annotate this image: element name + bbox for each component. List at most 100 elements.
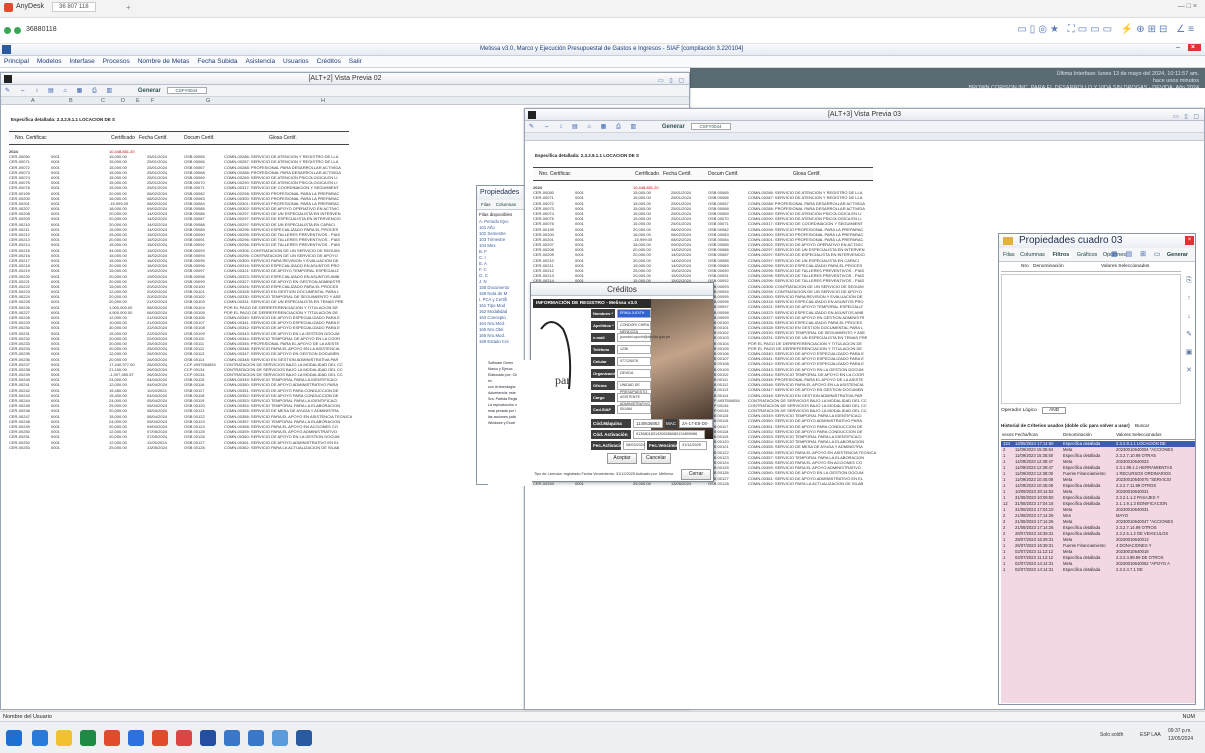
table-cell: COMN-00362: SERVICIO PARA LA ACTUALIZACI… (224, 444, 340, 450)
window-controls[interactable]: — □ × (1178, 3, 1197, 10)
start-icon[interactable] (6, 730, 22, 746)
cod-maquina-value[interactable]: 1140636862 (633, 419, 663, 428)
app-icon[interactable] (32, 730, 48, 746)
mac-value[interactable]: 2A-17-E8-D0-9C-4E (679, 419, 713, 433)
col-a[interactable]: A (31, 97, 35, 105)
tab-filas[interactable]: Filas (1003, 252, 1015, 258)
registro-field-value[interactable]: 001084 (617, 405, 651, 414)
col-h[interactable]: H (321, 97, 325, 105)
col-g[interactable]: G (206, 97, 210, 105)
operador-label: Operador Lógico (1001, 408, 1037, 413)
menu-creditos[interactable]: Créditos (317, 56, 341, 68)
clock-time[interactable]: 09:37 p.m. (1168, 728, 1192, 734)
tab-filas[interactable]: Filas (481, 202, 491, 207)
cancelar-button[interactable]: Cancelar (641, 453, 671, 464)
window-controls[interactable]: ▭ ▯ ▢ (658, 75, 686, 87)
app-icon[interactable] (248, 730, 264, 746)
tab-graficos[interactable]: Gráficos (1077, 252, 1097, 258)
operador-select[interactable]: AND (1042, 407, 1067, 414)
melissa-icon[interactable] (200, 730, 216, 746)
registro-field-value[interactable]: UNIDAD DE PRESUPUESTO (617, 381, 651, 394)
status-bar: Nombre del Usuario NUM (0, 711, 1205, 721)
fec-vencimiento-value[interactable]: 31/12/2025 (679, 441, 707, 450)
registro-field-value[interactable]: DEVIDA (617, 369, 651, 378)
menu-asistencia[interactable]: Asistencia (245, 56, 275, 68)
siaf-window-controls[interactable]: – × (1176, 44, 1201, 51)
hdr-nro: Nro. Certificac (15, 135, 47, 141)
menu-fecha-subida[interactable]: Fecha Subida (197, 56, 237, 68)
hdr-valores: Valores Seleccionados (1101, 264, 1150, 269)
cerrar-button[interactable]: Cerrar (681, 469, 711, 480)
propiedades-cuadro-03-title: Propiedades cuadro 03 (1019, 235, 1123, 246)
generar-button[interactable]: Generar (1167, 248, 1188, 262)
col-d[interactable]: D (121, 97, 125, 105)
info-time-ago: hace unos minutos (1152, 78, 1199, 84)
siaf-menubar: Principal Modelos Interfase Procesos Nom… (0, 56, 1205, 68)
fec-activacion-value[interactable]: 08/03/2024 (623, 441, 645, 450)
col-c[interactable]: C (101, 97, 105, 105)
generar-select[interactable]: CSFY0044 (690, 123, 731, 130)
col-f[interactable]: F (151, 97, 154, 105)
panel-tool-icons[interactable]: ▦ ▤ ⊞ ▭ (1111, 248, 1164, 262)
anydesk-taskbar-icon[interactable] (104, 730, 120, 746)
excel-taskbar-icon[interactable] (80, 730, 96, 746)
menu-principal[interactable]: Principal (4, 56, 29, 68)
toolbar-icons[interactable]: ✎ ⇔ ↕ ▤ ⌂ ▦ ⎙ ▥ (529, 124, 640, 130)
col-e[interactable]: E (136, 97, 140, 105)
filter-action-icons[interactable]: ⎘ ↑ ↓ ✎ ▣ ✕ (1184, 272, 1194, 374)
tab-filtros[interactable]: Filtros (1050, 252, 1072, 258)
app-icon[interactable] (296, 730, 312, 746)
registro-field-label: Celular (591, 357, 615, 366)
historial-cell: 02/07/2023 14:14:31 (1015, 567, 1054, 572)
hist-hdr-denominacion: Denominación (1063, 432, 1092, 437)
registro-field-value[interactable]: 1236 (617, 345, 651, 354)
folder-icon[interactable] (56, 730, 72, 746)
window-controls[interactable]: ▭ ▯ ▢ (1173, 111, 1201, 123)
hdr-nro: Nro (1021, 264, 1029, 269)
registro-field-value[interactable]: CONDORI CHIRA MENDOZA (617, 321, 651, 334)
app-icon[interactable] (176, 730, 192, 746)
registro-field-value[interactable]: ERIKA JUDITH (617, 309, 651, 318)
siaf-title: Melissa v3.0, Marco y Ejecución Presupue… (480, 46, 744, 52)
registro-field-label: Cargo (591, 393, 615, 402)
historial-list[interactable]: 124 13/05/2024 17:14:50 Especifica detalla… (1001, 441, 1195, 703)
software-info-line: Windows y Excel (488, 421, 516, 425)
registro-field-label: Apellidos * (591, 321, 615, 330)
registro-field-value[interactable]: jcondori.cyuchi@devida.gob.pe (617, 333, 670, 342)
anydesk-toolbar-icons[interactable]: ▭▯◎★ ⛶▭▭▭ ⚡⊕⊞⊟ ∠≡ (1017, 24, 1197, 35)
new-tab-icon[interactable]: + (126, 3, 131, 12)
menu-usuarios[interactable]: Usuarios (283, 56, 309, 68)
remote-address[interactable]: 36880118 (26, 26, 57, 33)
cod-activacion-value[interactable]: 91358018314306286080124899986 (633, 430, 705, 439)
filter-list[interactable] (1001, 274, 1181, 404)
close-icon[interactable]: × (1185, 236, 1194, 245)
browser-icon[interactable] (128, 730, 144, 746)
tab-columnas[interactable]: Columnas (1020, 252, 1045, 258)
registro-field-value[interactable]: ASISTENTE ADMINISTRATIVO (617, 393, 651, 406)
clock-date[interactable]: 13/05/2024 (1168, 736, 1193, 742)
menu-salir[interactable]: Salir (349, 56, 362, 68)
tab-columnas[interactable]: Columnas (496, 202, 516, 207)
generar-select[interactable]: CSFY0044 (166, 87, 207, 94)
app-icon[interactable] (272, 730, 288, 746)
siaf-titlebar: Melissa v3.0, Marco y Ejecución Presupue… (0, 44, 1205, 56)
app-icon[interactable] (152, 730, 168, 746)
menu-modelos[interactable]: Modelos (37, 56, 62, 68)
col-b[interactable]: B (69, 97, 73, 105)
toolbar-icons[interactable]: ✎ ⇔ ↕ ▤ ⌂ ▦ ⎙ ▥ (5, 88, 116, 94)
menu-interfase[interactable]: Interfase (69, 56, 94, 68)
registro-field-value[interactable]: 977126076 (617, 357, 651, 366)
hist-hdr-fecha: Fecha/hora (1015, 432, 1038, 437)
historial-row[interactable]: 1 02/07/2023 14:14:31 Especifica detallada… (1001, 567, 1195, 573)
aceptar-button[interactable]: Aceptar (607, 453, 637, 464)
logo-text: par (555, 373, 571, 387)
hdr-certificado: Certificado (635, 171, 659, 177)
app-icon[interactable] (224, 730, 240, 746)
anydesk-tab[interactable]: 36 807 118 (52, 2, 96, 12)
registro-field-label: Teléfono (591, 345, 615, 354)
menu-procesos[interactable]: Procesos (103, 56, 130, 68)
menu-nombre-metas[interactable]: Nombre de Metas (138, 56, 190, 68)
properties-icon (1003, 237, 1013, 245)
registro-field-label: Oficina (591, 381, 615, 390)
language-indicator[interactable]: ESP LAA (1140, 732, 1161, 738)
